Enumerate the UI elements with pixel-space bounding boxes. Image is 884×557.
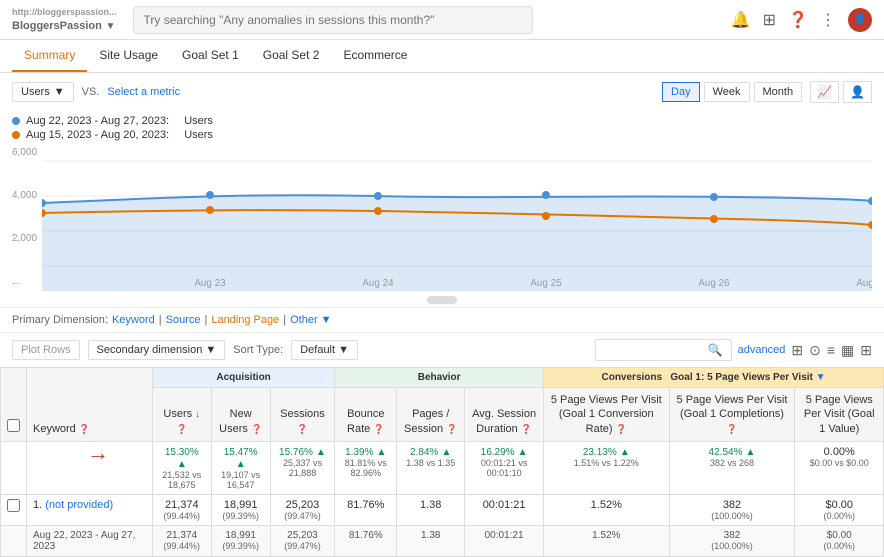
svg-text:Aug 25: Aug 25 xyxy=(530,278,562,289)
table-row: 1. (not provided) 21,374 (99.44%) 18,991… xyxy=(1,494,884,525)
conv-rate-cell: 1.52% xyxy=(544,494,669,525)
chart-area: 6,000 4,000 2,000 ... Aug 23 Aug xyxy=(0,147,884,307)
behavior-header: Behavior xyxy=(335,368,544,388)
legend-item-1: Aug 22, 2023 - Aug 27, 2023: Users xyxy=(12,115,872,127)
bell-icon[interactable]: 🔔 xyxy=(731,10,751,30)
pages-session-col-header[interactable]: Pages / Session ❓ xyxy=(397,388,465,442)
sort-type-label: Sort Type: xyxy=(233,344,283,356)
header-logo[interactable]: http://bloggerspassion... BloggersPassio… xyxy=(12,8,117,32)
users-col-header[interactable]: Users ↓ ❓ xyxy=(152,388,211,442)
value-col-header[interactable]: 5 Page Views Per Visit (Goal 1 Value) xyxy=(795,388,884,442)
view-week-btn[interactable]: Week xyxy=(704,82,750,102)
data-table: Keyword ❓ Acquisition Behavior Conversio… xyxy=(0,367,884,557)
tab-goal-set-1[interactable]: Goal Set 1 xyxy=(170,40,251,72)
acquisition-header: Acquisition xyxy=(152,368,334,388)
select-metric-link[interactable]: Select a metric xyxy=(107,86,180,98)
sort-type-btn[interactable]: Default ▼ xyxy=(291,340,358,360)
svg-text:Aug 24: Aug 24 xyxy=(362,278,394,289)
totals-pages: 2.84% ▲ 1.38 vs 1.35 xyxy=(397,441,465,494)
totals-users: 15.30% ▲ 21,532 vs 18,675 xyxy=(152,441,211,494)
table-controls: Plot Rows Secondary dimension ▼ Sort Typ… xyxy=(0,332,884,367)
table-view-more-icon[interactable]: ⊞ xyxy=(860,342,872,359)
legend-dot-orange xyxy=(12,131,20,139)
vs-label: VS. xyxy=(82,86,100,98)
table-view-circle-icon[interactable]: ⊙ xyxy=(809,342,821,359)
bounce-cell: 81.76% xyxy=(335,494,397,525)
new-users-col-header[interactable]: New Users ❓ xyxy=(211,388,270,442)
tab-site-usage[interactable]: Site Usage xyxy=(87,40,170,72)
dimension-row: Primary Dimension: Keyword | Source | La… xyxy=(0,307,884,332)
secondary-dimension-btn[interactable]: Secondary dimension ▼ xyxy=(88,340,226,360)
avg-session-col-header[interactable]: Avg. Session Duration ❓ xyxy=(465,388,544,442)
svg-text:Aug 27: Aug 27 xyxy=(856,278,872,289)
table-view-grid-icon[interactable]: ⊞ xyxy=(791,342,803,359)
more-icon[interactable]: ⋮ xyxy=(820,10,836,30)
plot-rows-btn[interactable]: Plot Rows xyxy=(12,340,80,360)
tab-goal-set-2[interactable]: Goal Set 2 xyxy=(251,40,332,72)
goal-dropdown[interactable]: ▼ xyxy=(816,372,826,383)
sessions-col-header[interactable]: Sessions ❓ xyxy=(270,388,335,442)
help-icon[interactable]: ❓ xyxy=(788,10,808,30)
new-users-cell: 18,991 (99.39%) xyxy=(211,494,270,525)
totals-sessions: 15.76% ▲ 25,337 vs 21,888 xyxy=(270,441,335,494)
dim-other[interactable]: Other ▼ xyxy=(290,314,331,326)
bounce-rate-col-header[interactable]: Bounce Rate ❓ xyxy=(335,388,397,442)
pages-cell: 1.38 xyxy=(397,494,465,525)
keyword-link[interactable]: (not provided) xyxy=(45,499,113,511)
completions-col-header[interactable]: 5 Page Views Per Visit (Goal 1 Completio… xyxy=(669,388,795,442)
dim-keyword[interactable]: Keyword xyxy=(112,314,155,326)
totals-value: 0.00% $0.00 vs $0.00 xyxy=(795,441,884,494)
select-all-checkbox[interactable] xyxy=(1,368,27,442)
totals-row: → 15.30% ▲ 21,532 vs 18,675 15.47% ▲ 19,… xyxy=(1,441,884,494)
svg-text:Aug 23: Aug 23 xyxy=(194,278,226,289)
avatar[interactable]: 👤 xyxy=(848,8,872,32)
view-month-btn[interactable]: Month xyxy=(754,82,803,102)
sessions-cell: 25,203 (99.47%) xyxy=(270,494,335,525)
totals-label-cell: → xyxy=(27,441,153,494)
table-search-box[interactable]: 🔍 xyxy=(595,339,732,361)
chart-scroll-handle[interactable] xyxy=(427,296,457,304)
bar-chart-btn[interactable]: 👤 xyxy=(843,81,872,103)
keyword-cell: 1. (not provided) xyxy=(27,494,153,525)
users-cell: 21,374 (99.44%) xyxy=(152,494,211,525)
value-cell: $0.00 (0.00%) xyxy=(795,494,884,525)
keyword-header: Keyword ❓ xyxy=(27,368,153,442)
svg-text:Aug 26: Aug 26 xyxy=(698,278,730,289)
legend-item-2: Aug 15, 2023 - Aug 20, 2023: Users xyxy=(12,129,872,141)
totals-duration: 16.29% ▲ 00:01:21 vs 00:01:10 xyxy=(465,441,544,494)
table-search-input[interactable] xyxy=(604,344,704,356)
tab-summary[interactable]: Summary xyxy=(12,40,87,72)
table-view-list-icon[interactable]: ≡ xyxy=(827,342,835,358)
view-day-btn[interactable]: Day xyxy=(662,82,700,102)
completions-cell: 382 (100.00%) xyxy=(669,494,795,525)
conversions-header: Conversions Goal 1: 5 Page Views Per Vis… xyxy=(544,368,884,388)
table-view-bar-icon[interactable]: ▦ xyxy=(841,342,854,359)
line-chart-btn[interactable]: 📈 xyxy=(810,81,839,103)
conv-rate-col-header[interactable]: 5 Page Views Per Visit (Goal 1 Conversio… xyxy=(544,388,669,442)
y-axis-labels: 6,000 4,000 2,000 ... xyxy=(12,147,37,287)
advanced-link[interactable]: advanced xyxy=(738,344,786,356)
row-checkbox[interactable] xyxy=(1,494,27,525)
search-input[interactable] xyxy=(133,6,533,34)
dim-landing-page[interactable]: Landing Page xyxy=(211,314,279,326)
totals-completions: 42.54% ▲ 382 vs 268 xyxy=(669,441,795,494)
totals-bounce: 1.39% ▲ 81.81% vs 82.96% xyxy=(335,441,397,494)
duration-cell: 00:01:21 xyxy=(465,494,544,525)
tab-ecommerce[interactable]: Ecommerce xyxy=(331,40,419,72)
dim-source[interactable]: Source xyxy=(166,314,201,326)
search-icon: 🔍 xyxy=(708,343,723,357)
totals-conv-rate: 23.13% ▲ 1.51% vs 1.22% xyxy=(544,441,669,494)
users-dropdown[interactable]: Users ▼ xyxy=(12,82,74,102)
legend-dot-blue xyxy=(12,117,20,125)
grid-icon[interactable]: ⊞ xyxy=(763,10,776,30)
totals-new-users: 15.47% ▲ 19,107 vs 16,547 xyxy=(211,441,270,494)
